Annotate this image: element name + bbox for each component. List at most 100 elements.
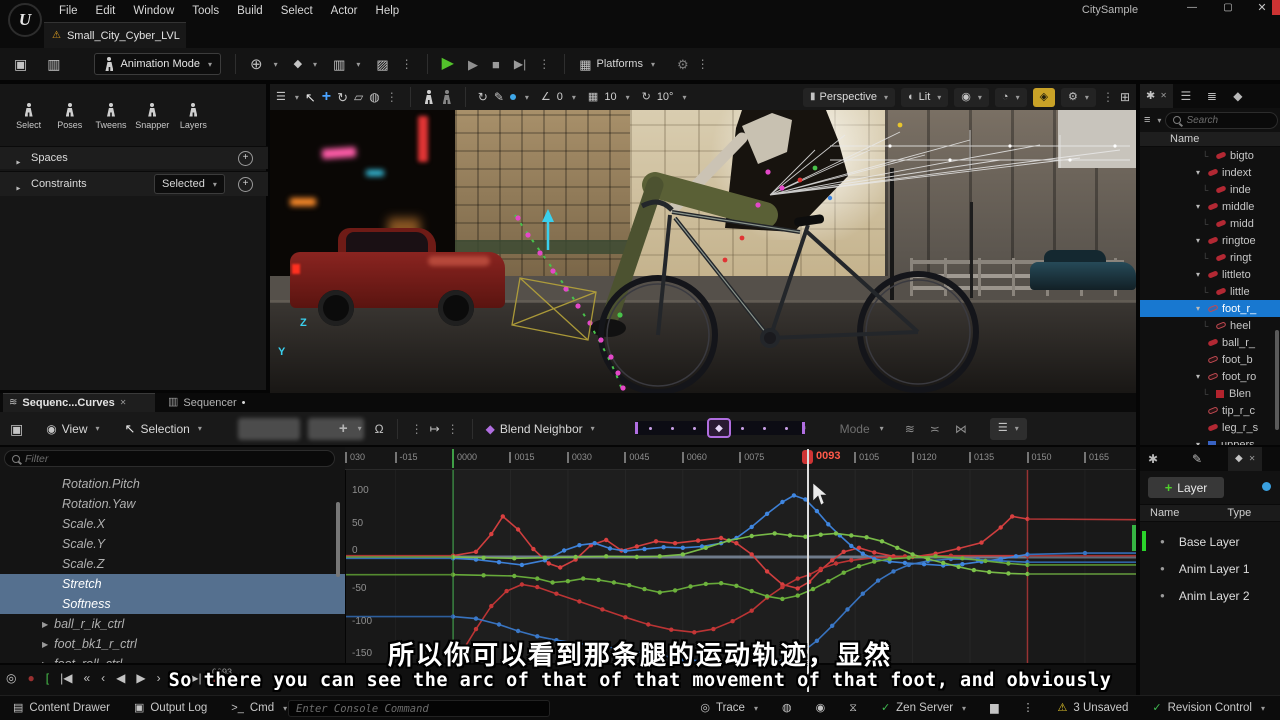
constraints-section[interactable]: ▾ Constraints Selected ▾ + — [0, 171, 268, 196]
statusbar-unsaved-button[interactable]: ⚠3 Unsaved — [1049, 696, 1138, 720]
viewport-options-icon[interactable]: ☰ — [276, 92, 286, 103]
curve-row-Softness[interactable]: Softness — [0, 594, 345, 614]
lit-dropdown[interactable]: ◐ Lit▾ — [901, 88, 948, 107]
toolbar-kebab-icon[interactable]: ⋮ — [401, 58, 413, 70]
menu-file[interactable]: File — [50, 0, 87, 22]
spaces-expand-arrow[interactable]: ▾ — [14, 152, 23, 164]
menu-build[interactable]: Build — [228, 0, 272, 22]
advance-icon[interactable]: ▶| — [514, 58, 526, 70]
outliner-row-ballr[interactable]: ball_r_ — [1140, 334, 1280, 351]
outliner-search-input[interactable] — [1186, 115, 1256, 126]
outliner-row-inde[interactable]: └inde — [1140, 181, 1280, 198]
statusbar-stats-icon[interactable]: ▆ — [981, 696, 1007, 720]
outliner-row-Blen[interactable]: └Blen — [1140, 385, 1280, 402]
statusbar-revision-control-button[interactable]: ✓Revision Control▾ — [1143, 696, 1274, 720]
tangent-auto-icon[interactable]: ≋ — [905, 423, 915, 435]
layers-tab-icon[interactable]: ≣ — [1199, 84, 1225, 108]
outliner-row-footro[interactable]: ▾foot_ro — [1140, 368, 1280, 385]
add-layer-button[interactable]: + Layer — [1148, 477, 1224, 498]
blend-neighbor-dropdown[interactable]: ◆ Blend Neighbor▾ — [486, 422, 595, 436]
retime-icon[interactable]: ↦ — [430, 423, 440, 435]
curve-draw-icon[interactable]: ✎ — [494, 91, 504, 103]
pose-tool-a-icon[interactable] — [423, 90, 435, 104]
outliner-row-littleto[interactable]: ▾littleto — [1140, 266, 1280, 283]
anim-tool-tweens[interactable]: Tweens — [90, 103, 131, 130]
curve-row-ScaleY[interactable]: Scale.Y — [0, 534, 345, 554]
browse-content-icon[interactable]: ▥ — [47, 57, 60, 71]
details-tab-icon[interactable]: ☰ — [1173, 84, 1199, 108]
editor-settings-icon[interactable]: ⚙ — [677, 58, 689, 71]
landscape-icon[interactable]: ▨ — [376, 58, 388, 71]
statusbar-stats-kebab-icon[interactable]: ⋮ — [1014, 696, 1043, 720]
layer-row-anim-layer-1[interactable]: ●Anim Layer 1 — [1140, 555, 1280, 582]
spaces-section[interactable]: ▾ Spaces + — [0, 146, 268, 169]
anim-tool-layers[interactable]: Layers — [173, 103, 214, 130]
tab-sequencer[interactable]: ▥ Sequencer • — [160, 393, 253, 412]
stop-icon[interactable]: ■ — [492, 58, 500, 71]
view-dropdown[interactable]: ◉ View▾ — [46, 422, 99, 436]
menu-help[interactable]: Help — [367, 0, 409, 22]
settings-kebab-icon[interactable]: ⋮ — [697, 58, 709, 70]
menu-tools[interactable]: Tools — [183, 0, 228, 22]
layer-row-base-layer[interactable]: ●Base Layer — [1140, 528, 1280, 555]
curve-row-Stretch[interactable]: Stretch — [0, 574, 345, 594]
selection-dropdown[interactable]: ↖ Selection▾ — [125, 422, 202, 436]
platforms-dropdown[interactable]: ▦ Platforms ▾ — [579, 58, 655, 71]
maximize-button[interactable]: ▢ — [1216, 3, 1240, 13]
tangent-flat-icon[interactable]: ≍ — [930, 423, 940, 435]
expand-arrow-icon[interactable]: ▾ — [1196, 372, 1208, 381]
blend-slider-handle[interactable]: ◆ — [707, 418, 731, 438]
pose-tool-b-icon[interactable] — [441, 90, 453, 104]
expand-arrow-icon[interactable]: ▾ — [1196, 168, 1208, 177]
close-button[interactable]: ✕ — [1250, 3, 1274, 14]
anim-rotate-icon[interactable]: ↻ — [478, 91, 488, 103]
blueprints-icon[interactable]: ◆ — [294, 59, 302, 70]
select-tool-icon[interactable]: ↖ — [305, 91, 316, 104]
outliner-row-midd[interactable]: └midd — [1140, 215, 1280, 232]
editor-mode-dropdown[interactable]: Animation Mode ▾ — [94, 53, 221, 75]
anim-layers-close-icon[interactable]: ✕ — [1249, 455, 1256, 463]
curve-row-RotationPitch[interactable]: Rotation.Pitch — [0, 474, 345, 494]
move-tool-icon[interactable]: + — [322, 89, 331, 105]
curve-row-ScaleX[interactable]: Scale.X — [0, 514, 345, 534]
save-icon[interactable]: ▣ — [14, 57, 27, 71]
show-flags-dropdown[interactable]: ◉▾ — [954, 88, 989, 107]
outliner-row-bigto[interactable]: └bigto — [1140, 147, 1280, 164]
statusbar-output-log-button[interactable]: ▣Output Log — [125, 696, 216, 720]
console-input[interactable] — [296, 703, 542, 715]
expand-arrow-icon[interactable]: ▾ — [1196, 270, 1208, 279]
anim-tool-poses[interactable]: Poses — [49, 103, 90, 130]
tools-kebab-b-icon[interactable]: ⋮ — [447, 423, 459, 435]
outliner-row-indext[interactable]: ▾indext — [1140, 164, 1280, 181]
curve-row-ballrikctrl[interactable]: ▶ball_r_ik_ctrl — [0, 614, 345, 634]
statusbar-insights-b-icon[interactable]: ◉ — [807, 696, 835, 720]
viewport-kebab-icon[interactable]: ⋮ — [1102, 91, 1114, 103]
curve-list-scrollbar[interactable] — [336, 502, 340, 577]
menu-window[interactable]: Window — [124, 0, 183, 22]
rotate-tool-icon[interactable]: ↻ — [337, 91, 348, 104]
outliner-row-footb[interactable]: foot_b — [1140, 351, 1280, 368]
layers-tools-tab-icon[interactable]: ✱ — [1140, 447, 1166, 471]
outliner-filter-icon[interactable]: ≡ — [1144, 115, 1150, 126]
outliner-row-middle[interactable]: ▾middle — [1140, 198, 1280, 215]
outliner-row-ringtoe[interactable]: ▾ringtoe — [1140, 232, 1280, 249]
curve-options-menu[interactable]: ☰▾ — [990, 418, 1027, 440]
tab-anim-layers[interactable]: ◆ ✕ — [1228, 447, 1262, 471]
statusbar-idle-icon[interactable]: ⧖ — [840, 696, 866, 720]
menu-edit[interactable]: Edit — [87, 0, 125, 22]
curves-tab-close-icon[interactable]: ✕ — [120, 399, 127, 407]
expand-arrow-icon[interactable]: ▾ — [1196, 304, 1208, 313]
curve-row-ScaleZ[interactable]: Scale.Z — [0, 554, 345, 574]
outliner-row-little[interactable]: └little — [1140, 283, 1280, 300]
level-tab[interactable]: ⚠ Small_City_Cyber_LVL — [44, 22, 186, 48]
statusbar-content-drawer-button[interactable]: ▤Content Drawer — [4, 696, 119, 720]
constraints-filter-dropdown[interactable]: Selected ▾ — [154, 174, 225, 194]
scale-tool-icon[interactable]: ▱ — [354, 91, 363, 103]
gizmo-kebab-icon[interactable]: ⋮ — [386, 91, 398, 103]
rotation-snap-icon[interactable]: ↻ — [642, 92, 651, 103]
outliner-row-heel[interactable]: └heel — [1140, 317, 1280, 334]
menu-actor[interactable]: Actor — [322, 0, 367, 22]
tangent-broken-icon[interactable]: ⋈ — [955, 423, 967, 435]
curve-group-arrow-icon[interactable]: ▶ — [42, 620, 48, 629]
quad-view-icon[interactable]: ⊞ — [1120, 91, 1130, 103]
